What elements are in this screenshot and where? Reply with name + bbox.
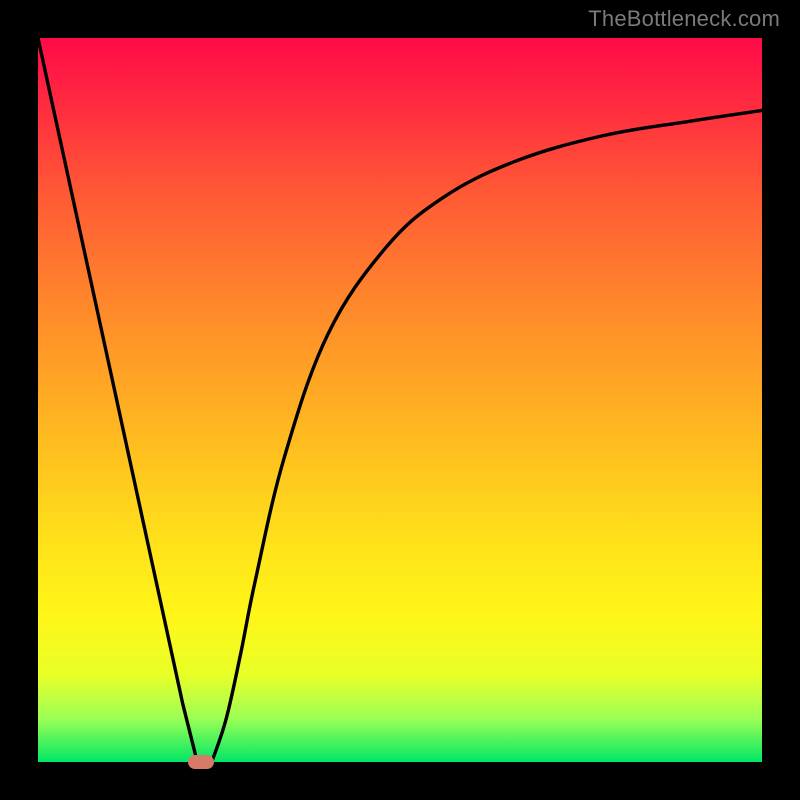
watermark-text: TheBottleneck.com — [588, 6, 780, 32]
plot-area — [38, 38, 762, 762]
curve-left-branch — [38, 38, 197, 762]
chart-frame: TheBottleneck.com — [0, 0, 800, 800]
minimum-marker — [188, 755, 214, 769]
curve-layer — [38, 38, 762, 762]
curve-right-branch — [212, 110, 762, 762]
